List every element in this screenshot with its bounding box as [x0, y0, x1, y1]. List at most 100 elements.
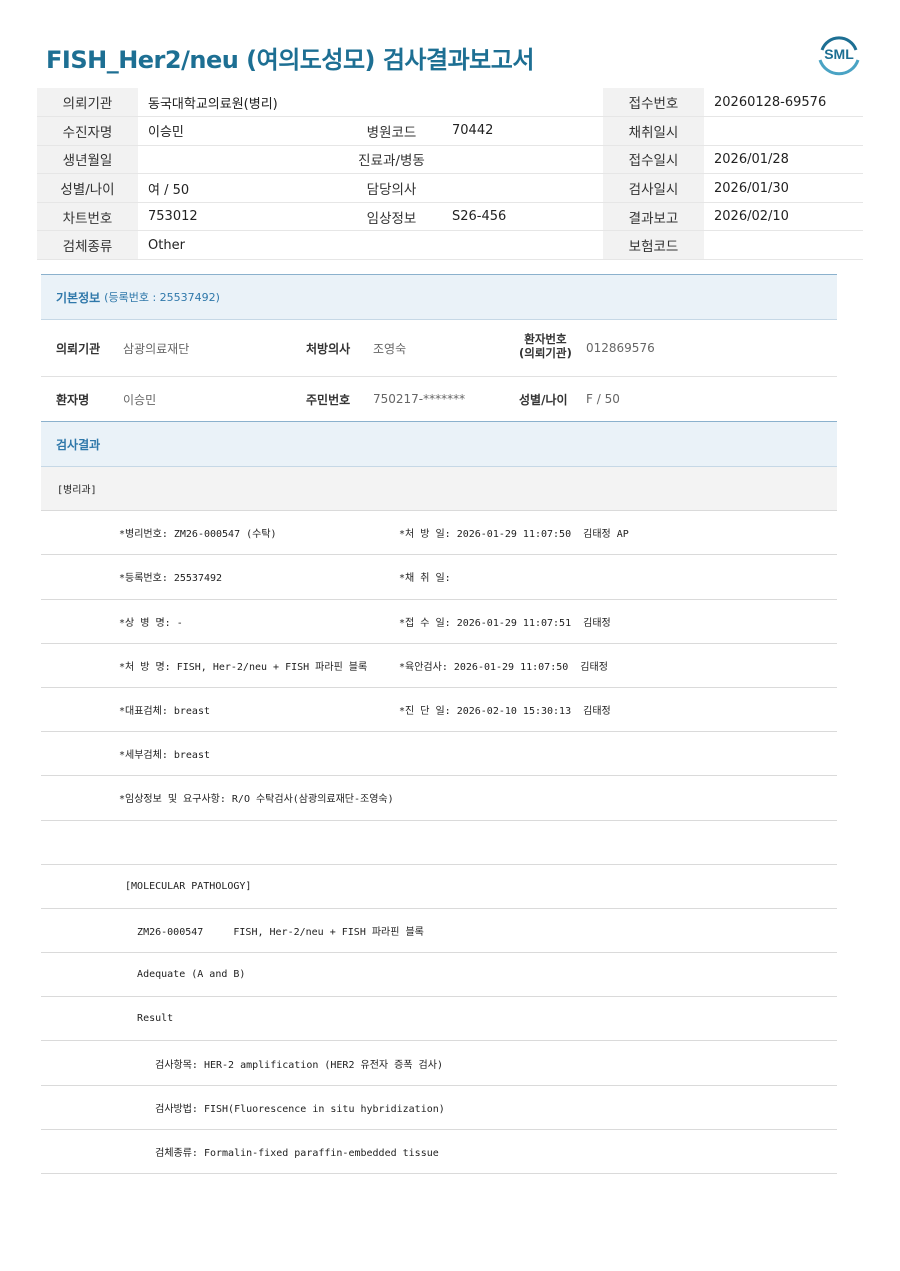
result-field-left: *대표검체: breast — [119, 706, 210, 718]
result-text: ZM26-000547 FISH, Her-2/neu + FISH 파라핀 블… — [119, 926, 424, 938]
basic-info-panel: 기본정보 (등록번호 : 25537492) 의뢰기관 삼광의료재단 처방의사 … — [41, 274, 837, 421]
header-label: 수진자명 — [37, 116, 138, 146]
result-text-row: ZM26-000547 FISH, Her-2/neu + FISH 파라핀 블… — [41, 909, 837, 954]
header-value — [442, 173, 603, 203]
basic-info-row-1: 의뢰기관 삼광의료재단 처방의사 조영숙 환자번호 (의뢰기관) 0128695… — [41, 320, 837, 377]
result-text: 검사항목: HER-2 amplification (HER2 유전자 증폭 검… — [119, 1059, 443, 1071]
header-value — [442, 145, 603, 175]
header-row: 수진자명 이승민 병원코드 70442 채취일시 — [37, 116, 863, 146]
value-prescribing-doctor: 조영숙 — [373, 341, 407, 356]
header-label: 검사일시 — [603, 173, 704, 203]
header-row: 차트번호 753012 임상정보 S26-456 결과보고 2026/02/10 — [37, 202, 863, 232]
header-value: Other — [138, 230, 603, 261]
result-field-row: *병리번호: ZM26-000547 (수탁) *처 방 일: 2026-01-2… — [41, 511, 837, 556]
results-heading: 검사결과 — [41, 421, 837, 467]
sml-logo: SML — [818, 36, 860, 76]
results-panel: 검사결과 [병리과] *병리번호: ZM26-000547 (수탁) *처 방 일… — [41, 421, 837, 1174]
header-label: 접수일시 — [603, 145, 704, 175]
result-field-left: *상 병 명: - — [119, 617, 183, 629]
result-field-row: *상 병 명: - *접 수 일: 2026-01-29 11:07:51 김태정 — [41, 600, 837, 644]
header-label: 진료과/병동 — [341, 145, 442, 175]
result-text-row: Adequate (A and B) — [41, 953, 837, 998]
value-resident-number: 750217-******* — [373, 392, 466, 406]
header-row: 의뢰기관 동국대학교의료원(병리) 접수번호 20260128-69576 — [37, 88, 863, 118]
value-requesting-institution: 삼광의료재단 — [123, 341, 190, 356]
patient-header-table: 의뢰기관 동국대학교의료원(병리) 접수번호 20260128-69576 수진자명 이승… — [37, 88, 863, 261]
result-field-left: *병리번호: ZM26-000547 (수탁) — [119, 529, 277, 541]
results-title: 검사결과 — [56, 437, 101, 452]
label-sex-age: 성별/나이 — [519, 392, 568, 407]
result-field-right: *접 수 일: 2026-01-29 11:07:51 김태정 — [399, 617, 611, 629]
header-label: 결과보고 — [603, 202, 704, 232]
header-value: 20260128-69576 — [704, 88, 863, 118]
label-prescribing-doctor: 처방의사 — [306, 341, 351, 356]
result-field-right: *진 단 일: 2026-02-10 15:30:13 김태정 — [399, 706, 611, 718]
result-text-row — [41, 821, 837, 865]
header-value — [704, 230, 863, 261]
result-field-row: *등록번호: 25537492 *채 취 일: — [41, 555, 837, 600]
header-row: 검체종류 Other 보험코드 — [37, 230, 863, 261]
label-patient-number: 환자번호 (의뢰기관) — [519, 332, 572, 360]
header-value: 동국대학교의료원(병리) — [138, 88, 603, 118]
result-field-row: *대표검체: breast *진 단 일: 2026-02-10 15:30:13… — [41, 688, 837, 733]
header-label: 담당의사 — [341, 173, 442, 203]
result-text-row: [MOLECULAR PATHOLOGY] — [41, 865, 837, 909]
result-text: Result — [119, 1013, 174, 1025]
label-patient-number-line1: 환자번호 — [524, 332, 567, 346]
result-field-left: *처 방 명: FISH, Her-2/neu + FISH 파라핀 블록 — [119, 661, 368, 673]
header-value: 753012 — [138, 202, 341, 232]
header-value: 2026/01/30 — [704, 173, 863, 203]
header-value: 70442 — [442, 116, 603, 146]
result-text-row: 검사항목: HER-2 amplification (HER2 유전자 증폭 검… — [41, 1041, 837, 1086]
header-value — [138, 145, 341, 175]
result-field-left: *임상정보 및 요구사항: R/O 수탁검사(삼광의료재단-조영숙) — [119, 794, 394, 806]
header-value: 여 / 50 — [138, 173, 341, 203]
header-label: 접수번호 — [603, 88, 704, 118]
result-field-row: *세부검체: breast — [41, 732, 837, 777]
basic-info-heading: 기본정보 (등록번호 : 25537492) — [41, 274, 837, 320]
result-field-left: *등록번호: 25537492 — [119, 573, 223, 585]
header-value: 이승민 — [138, 116, 341, 146]
label-resident-number: 주민번호 — [306, 392, 351, 407]
header-label: 채취일시 — [603, 116, 704, 146]
result-text-row: Result — [41, 997, 837, 1042]
header-row: 생년월일 진료과/병동 접수일시 2026/01/28 — [37, 145, 863, 175]
result-field-right: *채 취 일: — [399, 573, 451, 585]
basic-info-row-2: 환자명 이승민 주민번호 750217-******* 성별/나이 F / 50 — [41, 377, 837, 421]
result-text-row: 검사방법: FISH(Fluorescence in situ hybridiz… — [41, 1086, 837, 1130]
result-field-right: *처 방 일: 2026-01-29 11:07:50 김태정 AP — [399, 529, 629, 541]
header-label: 생년월일 — [37, 145, 138, 175]
header-label: 임상정보 — [341, 202, 442, 232]
result-text-row: 검체종류: Formalin-fixed paraffin-embedded t… — [41, 1130, 837, 1174]
header-label: 차트번호 — [37, 202, 138, 232]
value-sex-age: F / 50 — [586, 392, 620, 406]
label-requesting-institution: 의뢰기관 — [56, 341, 101, 356]
header-label: 성별/나이 — [37, 173, 138, 203]
result-text: 검체종류: Formalin-fixed paraffin-embedded t… — [119, 1147, 439, 1159]
value-patient-number: 012869576 — [586, 341, 655, 355]
header-value: 2026/02/10 — [704, 202, 863, 232]
result-text: 검사방법: FISH(Fluorescence in situ hybridiz… — [119, 1103, 445, 1115]
header-label: 의뢰기관 — [37, 88, 138, 118]
header-label: 검체종류 — [37, 230, 138, 261]
result-field-right: *육안검사: 2026-01-29 11:07:50 김태정 — [399, 661, 608, 673]
report-title: FISH_Her2/neu (여의도성모) 검사결과보고서 — [46, 46, 534, 74]
header-label: 병원코드 — [341, 116, 442, 146]
result-field-left: *세부검체: breast — [119, 750, 210, 762]
header-row: 성별/나이 여 / 50 담당의사 검사일시 2026/01/30 — [37, 173, 863, 203]
result-field-row: *임상정보 및 요구사항: R/O 수탁검사(삼광의료재단-조영숙) — [41, 776, 837, 821]
label-patient-name: 환자명 — [56, 392, 90, 407]
header-label: 보험코드 — [603, 230, 704, 261]
result-text: [MOLECULAR PATHOLOGY] — [119, 880, 252, 892]
department-row: [병리과] — [41, 467, 837, 512]
department-label: [병리과] — [57, 485, 97, 497]
logo-text: SML — [824, 46, 854, 62]
label-patient-number-line2: (의뢰기관) — [519, 346, 572, 360]
basic-info-title: 기본정보 — [56, 290, 101, 305]
header-value: 2026/01/28 — [704, 145, 863, 175]
result-text: Adequate (A and B) — [119, 969, 246, 981]
value-patient-name: 이승민 — [123, 392, 157, 407]
header-value — [704, 116, 863, 146]
header-value: S26-456 — [442, 202, 603, 232]
result-field-row: *처 방 명: FISH, Her-2/neu + FISH 파라핀 블록 *육안… — [41, 644, 837, 688]
